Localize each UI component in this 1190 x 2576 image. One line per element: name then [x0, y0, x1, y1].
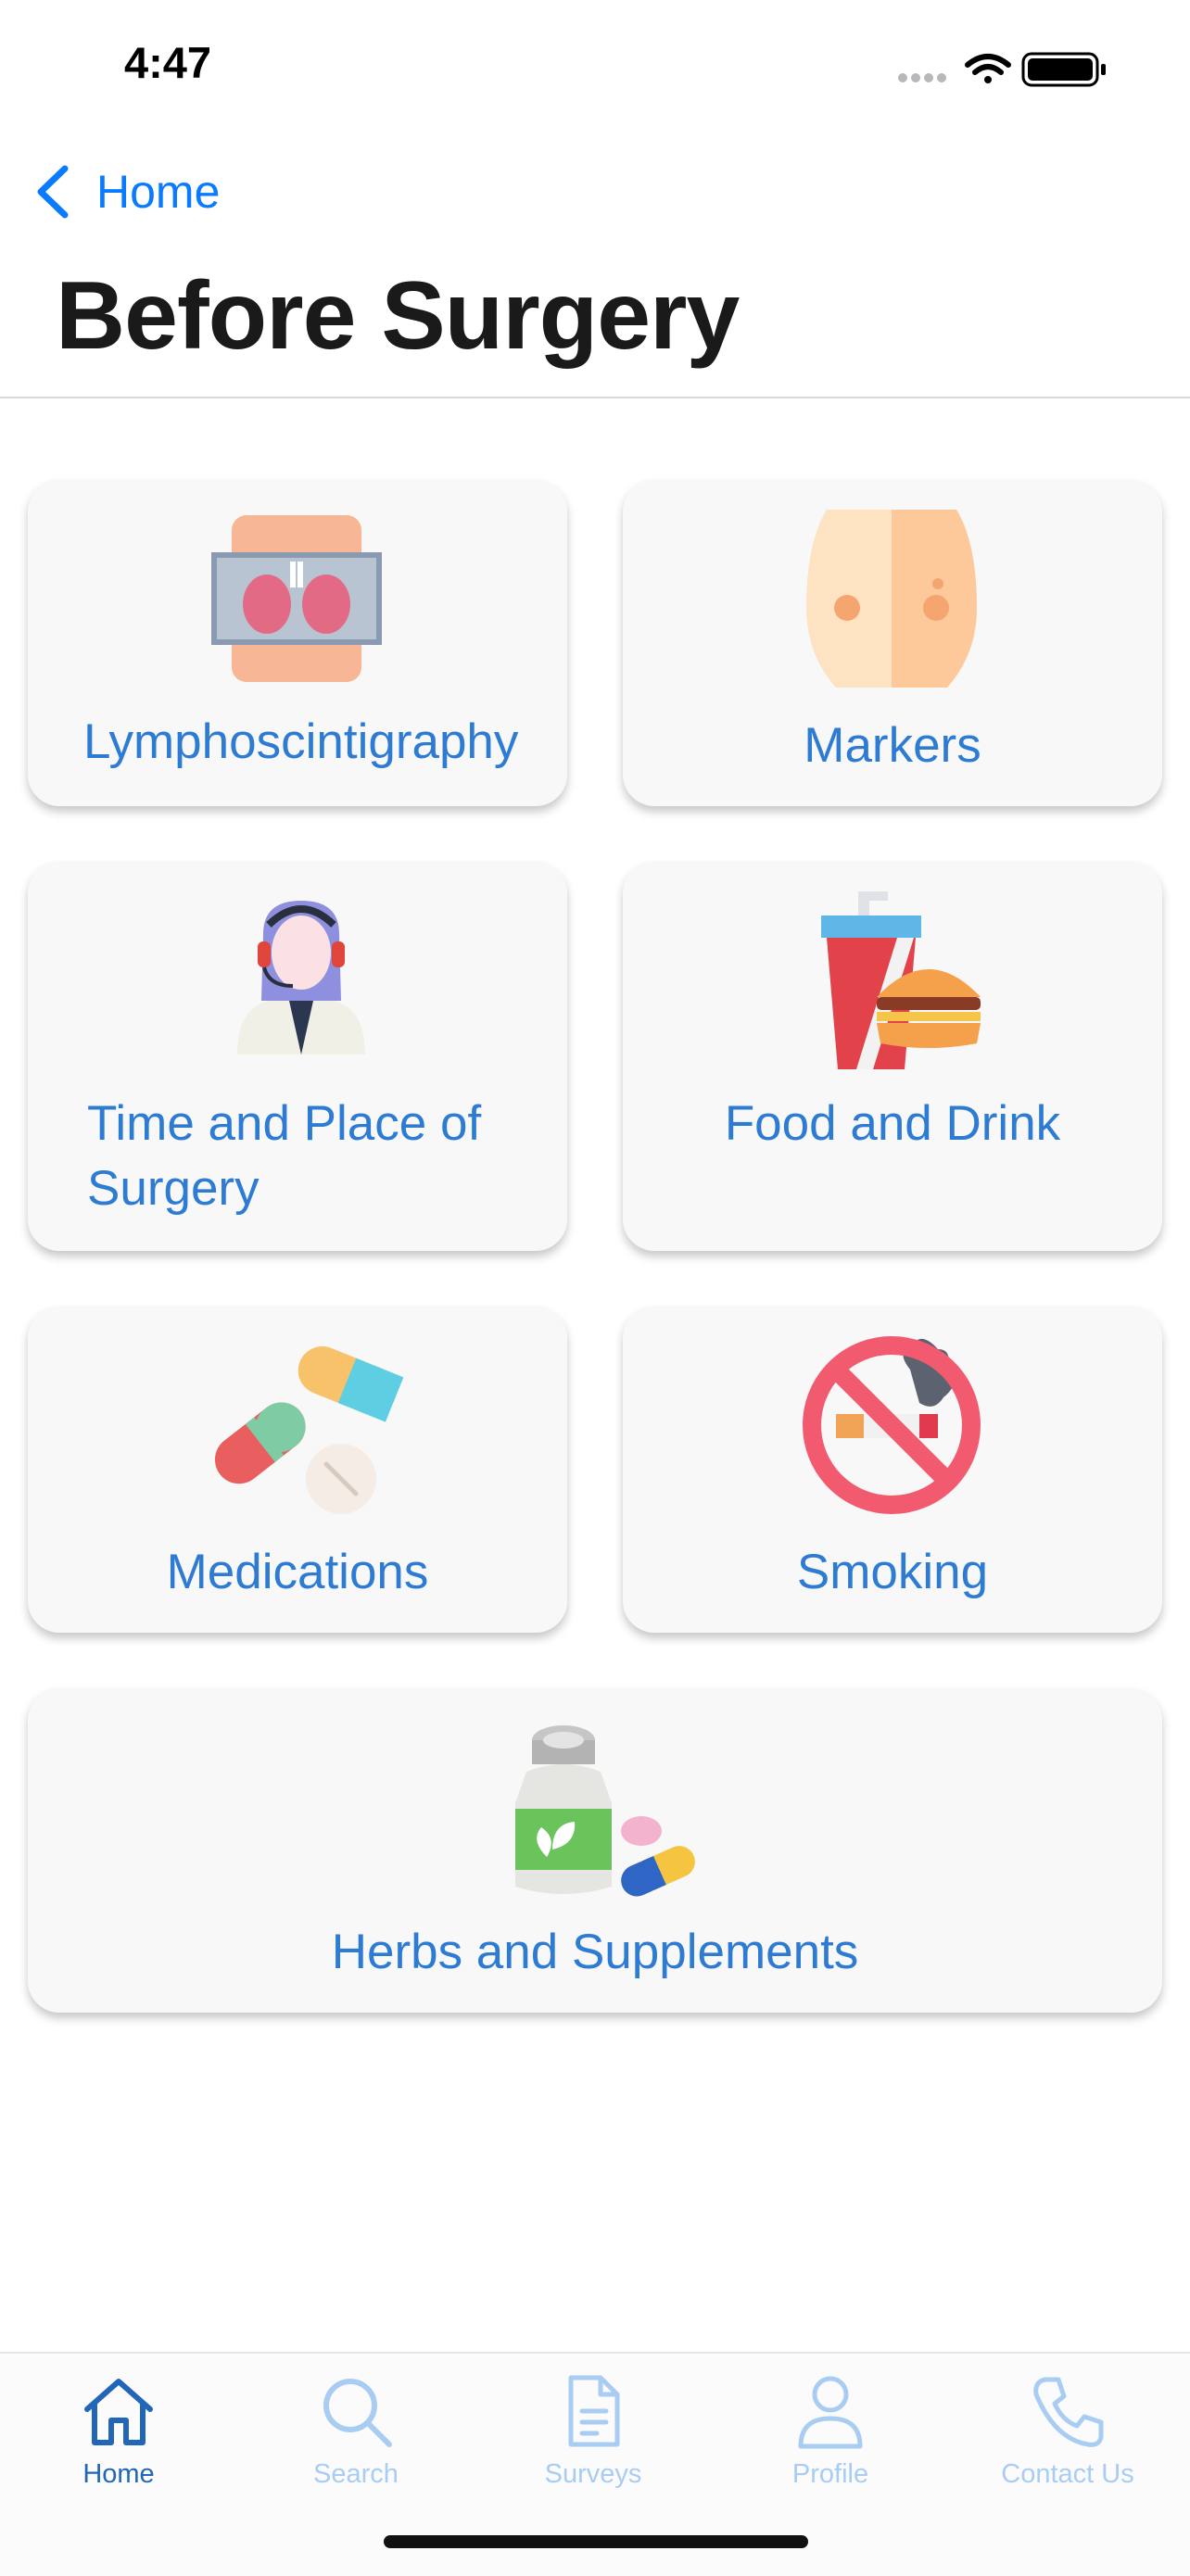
card-markers[interactable]: Markers: [623, 480, 1162, 806]
chevron-left-icon: [37, 165, 69, 219]
tab-label: Home: [82, 2459, 155, 2489]
card-lymphoscintigraphy[interactable]: Lymphoscintigraphy: [28, 480, 567, 806]
tab-profile[interactable]: Profile: [712, 2372, 949, 2511]
status-icons: [893, 44, 1116, 91]
page-title: Before Surgery: [56, 262, 740, 370]
home-indicator: [384, 2535, 808, 2548]
card-herbs-and-supplements[interactable]: Herbs and Supplements: [28, 1688, 1162, 2013]
document-icon: [568, 2375, 620, 2447]
house-icon: [84, 2379, 153, 2445]
search-icon: [323, 2379, 392, 2447]
signal-icon: [898, 73, 946, 82]
tab-home[interactable]: Home: [0, 2372, 237, 2511]
pills-icon: [214, 1346, 404, 1514]
fast-food-icon: [821, 891, 981, 1069]
tab-label: Contact Us: [1001, 2459, 1134, 2489]
card-medications[interactable]: Medications: [28, 1307, 567, 1633]
back-label: Home: [96, 166, 221, 218]
chest-xray-icon: [211, 515, 382, 682]
status-time: 4:47: [124, 38, 212, 87]
person-icon: [798, 2376, 863, 2449]
card-label: Medications: [166, 1545, 429, 1599]
card-label: Time and Place of Surgery: [87, 1096, 482, 1216]
tab-label: Profile: [791, 2459, 869, 2489]
wifi-icon: [965, 54, 1011, 83]
card-label: Lymphoscintigraphy: [83, 714, 519, 769]
receptionist-icon: [237, 901, 365, 1054]
card-food-and-drink[interactable]: Food and Drink: [623, 862, 1162, 1251]
no-smoking-icon: [803, 1336, 981, 1514]
tab-contact-us[interactable]: Contact Us: [949, 2372, 1186, 2511]
tab-label: Surveys: [544, 2459, 642, 2489]
title-divider: [0, 397, 1190, 398]
card-label: Herbs and Supplements: [331, 1925, 859, 1979]
tab-surveys[interactable]: Surveys: [475, 2372, 712, 2511]
card-label: Smoking: [796, 1545, 989, 1599]
card-time-and-place-of-surgery[interactable]: Time and Place of Surgery: [28, 862, 567, 1251]
tab-label: Search: [313, 2459, 399, 2489]
phone-icon: [1033, 2377, 1104, 2447]
supplements-bottle-icon: [515, 1725, 695, 1897]
back-button[interactable]: Home: [32, 159, 220, 224]
battery-icon: [1021, 52, 1106, 87]
card-smoking[interactable]: Smoking: [623, 1307, 1162, 1633]
tab-search[interactable]: Search: [237, 2372, 475, 2511]
breast-icon: [806, 510, 977, 688]
card-label: Markers: [804, 718, 981, 773]
card-label: Food and Drink: [724, 1096, 1061, 1151]
